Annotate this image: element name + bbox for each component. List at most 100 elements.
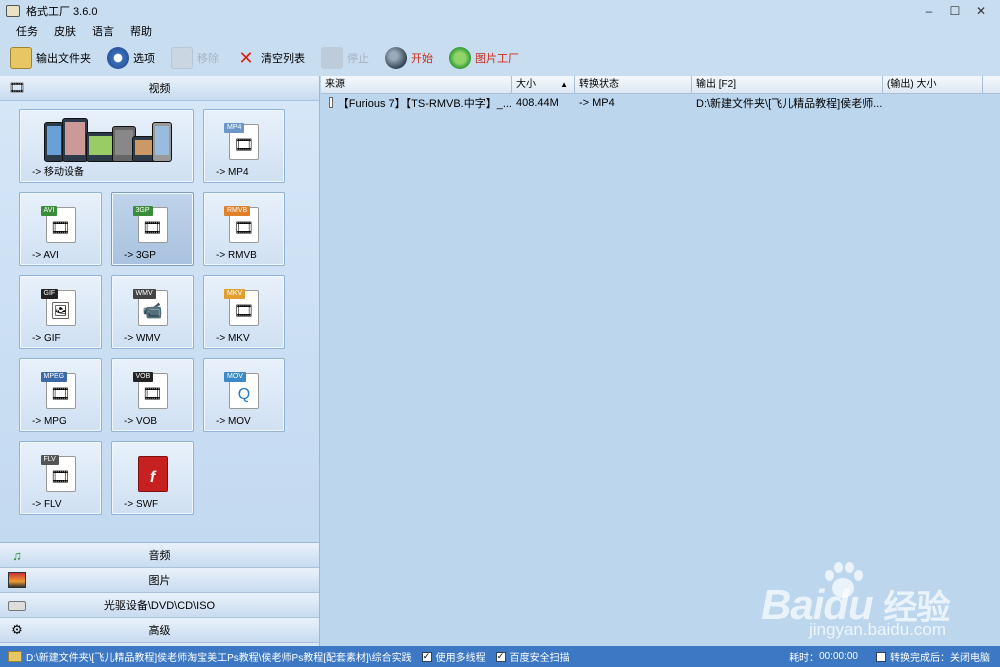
- baidu-scan-label: 百度安全扫描: [509, 653, 570, 664]
- tile-rmvb[interactable]: RMVB 🎞 -> RMVB: [203, 192, 285, 266]
- stop-button[interactable]: 停止: [311, 42, 375, 74]
- flv-file-icon: FLV 🎞: [40, 455, 76, 492]
- tile-gif[interactable]: GIF 🖼 -> GIF: [19, 275, 102, 349]
- rmvb-file-icon: RMVB 🎞: [224, 206, 259, 243]
- tile-label: -> AVI: [32, 250, 59, 261]
- left-panel: 🎞 视频 -> 移动设备 MP4 🎞 -> MP4 AVI 🎞 -> AVI 3…: [0, 76, 320, 646]
- menu-help[interactable]: 帮助: [122, 23, 160, 39]
- tile-mobile-device[interactable]: -> 移动设备: [19, 109, 194, 183]
- tile-mp4[interactable]: MP4 🎞 -> MP4: [203, 109, 285, 183]
- tile-label: -> MP4: [216, 167, 249, 178]
- menu-language[interactable]: 语言: [84, 23, 122, 39]
- gear-icon: [107, 47, 129, 69]
- start-icon: [385, 47, 407, 69]
- tile-wmv[interactable]: WMV 📹 -> WMV: [111, 275, 194, 349]
- tile-label: -> SWF: [124, 499, 159, 510]
- task-list-panel: 来源 大小 ▲ 转换状态 输出 [F2] (输出) 大小 【Furious 7】【…: [321, 76, 1000, 646]
- start-label: 开始: [411, 53, 433, 65]
- tile-3gp[interactable]: 3GP 🎞 -> 3GP: [111, 192, 194, 266]
- output-folder-label: 输出文件夹: [36, 53, 91, 65]
- tile-mov[interactable]: MOV Q -> MOV: [203, 358, 285, 432]
- tile-mpg[interactable]: MPEG 🎞 -> MPG: [19, 358, 102, 432]
- minimize-button[interactable]: –: [916, 2, 942, 20]
- output-path: D:\新建文件夹\[飞儿精品教程]侯老师淘宝美工Ps教程\侯老师Ps教程[配套素…: [26, 653, 412, 664]
- source-text: 【Furious 7】【TS-RMVB.中字】_...: [337, 97, 512, 110]
- tile-avi[interactable]: AVI 🎞 -> AVI: [19, 192, 102, 266]
- mov-file-icon: MOV Q: [224, 372, 259, 409]
- rom-category-header[interactable]: 光驱设备\DVD\CD\ISO: [0, 593, 319, 618]
- status-bar: D:\新建文件夹\[飞儿精品教程]侯老师淘宝美工Ps教程\侯老师Ps教程[配套素…: [0, 646, 1000, 667]
- tile-label: -> 移动设备: [32, 167, 84, 178]
- col-status[interactable]: 转换状态: [575, 76, 692, 94]
- tile-label: -> GIF: [32, 333, 61, 344]
- checkbox-checked-icon: ✓: [495, 651, 506, 662]
- watermark-url: jingyan.baidu.com: [809, 620, 947, 639]
- after-done-checkbox[interactable]: 转换完成后：关闭电脑: [876, 649, 990, 664]
- cell-status: -> MP4: [579, 96, 615, 109]
- col-source[interactable]: 来源: [321, 76, 512, 94]
- start-button[interactable]: 开始: [375, 42, 439, 74]
- image-factory-label: 图片工厂: [475, 53, 519, 65]
- tile-vob[interactable]: VOB 🎞 -> VOB: [111, 358, 194, 432]
- tile-label: -> VOB: [124, 416, 158, 427]
- avi-file-icon: AVI 🎞: [40, 206, 76, 243]
- table-header: 来源 大小 ▲ 转换状态 输出 [F2] (输出) 大小: [321, 76, 1000, 94]
- table-row[interactable]: 【Furious 7】【TS-RMVB.中字】_... 408.44M -> M…: [321, 94, 1000, 111]
- tile-label: -> MOV: [216, 416, 251, 427]
- tile-label: -> RMVB: [216, 250, 257, 261]
- options-label: 选项: [133, 53, 155, 65]
- elapsed-value: 00:00:00: [819, 651, 858, 662]
- baidu-jingyan-watermark: Baidu 经验 jingyan.baidu.com: [761, 560, 981, 650]
- checkbox-checked-icon: ✓: [421, 651, 432, 662]
- baidu-scan-checkbox[interactable]: ✓ 百度安全扫描: [495, 649, 570, 664]
- tile-flv[interactable]: FLV 🎞 -> FLV: [19, 441, 102, 515]
- output-folder-button[interactable]: 输出文件夹: [0, 42, 97, 74]
- options-button[interactable]: 选项: [97, 42, 161, 74]
- menu-skin[interactable]: 皮肤: [46, 23, 84, 39]
- cell-size: 408.44M: [516, 96, 559, 109]
- picture-category-header[interactable]: 图片: [0, 568, 319, 593]
- remove-label: 移除: [197, 53, 219, 65]
- menu-task[interactable]: 任务: [8, 23, 46, 39]
- window-title: 格式工厂 3.6.0: [26, 6, 98, 18]
- tile-swf[interactable]: f -> SWF: [111, 441, 194, 515]
- image-factory-icon: [449, 47, 471, 69]
- film-icon: 🎞: [8, 80, 26, 95]
- clear-list-button[interactable]: ✕ 清空列表: [225, 42, 311, 74]
- mp4-file-icon: MP4 🎞: [224, 123, 259, 160]
- clear-list-label: 清空列表: [261, 53, 305, 65]
- folder-icon: [10, 47, 32, 69]
- tile-mkv[interactable]: MKV 🎞 -> MKV: [203, 275, 285, 349]
- image-factory-button[interactable]: 图片工厂: [439, 42, 525, 74]
- advanced-gear-icon: ⚙: [11, 622, 23, 637]
- toolbar: 输出文件夹 选项 移除 ✕ 清空列表 停止 开始 图片工厂: [0, 40, 1000, 76]
- disc-drive-icon: [8, 601, 26, 611]
- col-size-label: 大小: [516, 79, 536, 90]
- col-size[interactable]: 大小 ▲: [512, 76, 575, 94]
- multithread-checkbox[interactable]: ✓ 使用多线程: [421, 649, 486, 664]
- tile-label: -> FLV: [32, 499, 62, 510]
- cell-output: D:\新建文件夹\[飞儿精品教程]侯老师...: [696, 97, 883, 110]
- swf-file-icon: f: [137, 456, 168, 492]
- multithread-label: 使用多线程: [435, 653, 486, 664]
- tile-label: -> MKV: [216, 333, 250, 344]
- advanced-category-label: 高级: [148, 625, 171, 637]
- output-folder-icon[interactable]: [8, 651, 22, 662]
- remove-button[interactable]: 移除: [161, 42, 225, 74]
- col-output[interactable]: 输出 [F2]: [692, 76, 883, 94]
- 3gp-file-icon: 3GP 🎞: [132, 206, 168, 243]
- audio-category-header[interactable]: ♫ 音频: [0, 543, 319, 568]
- col-output-size[interactable]: (输出) 大小: [883, 76, 983, 94]
- stop-icon: [321, 47, 343, 69]
- clear-icon: ✕: [238, 47, 254, 68]
- close-button[interactable]: ✕: [968, 2, 994, 20]
- menu-bar: 任务 皮肤 语言 帮助: [0, 22, 1000, 40]
- advanced-category-header[interactable]: ⚙ 高级: [0, 618, 319, 643]
- mkv-file-icon: MKV 🎞: [224, 289, 259, 326]
- after-done-label: 转换完成后：关闭电脑: [890, 653, 990, 664]
- cell-source: 【Furious 7】【TS-RMVB.中字】_...: [321, 95, 512, 111]
- tile-label: -> MPG: [32, 416, 67, 427]
- video-category-header[interactable]: 🎞 视频: [0, 76, 319, 101]
- rom-category-label: 光驱设备\DVD\CD\ISO: [103, 600, 216, 612]
- maximize-button[interactable]: ☐: [942, 2, 968, 20]
